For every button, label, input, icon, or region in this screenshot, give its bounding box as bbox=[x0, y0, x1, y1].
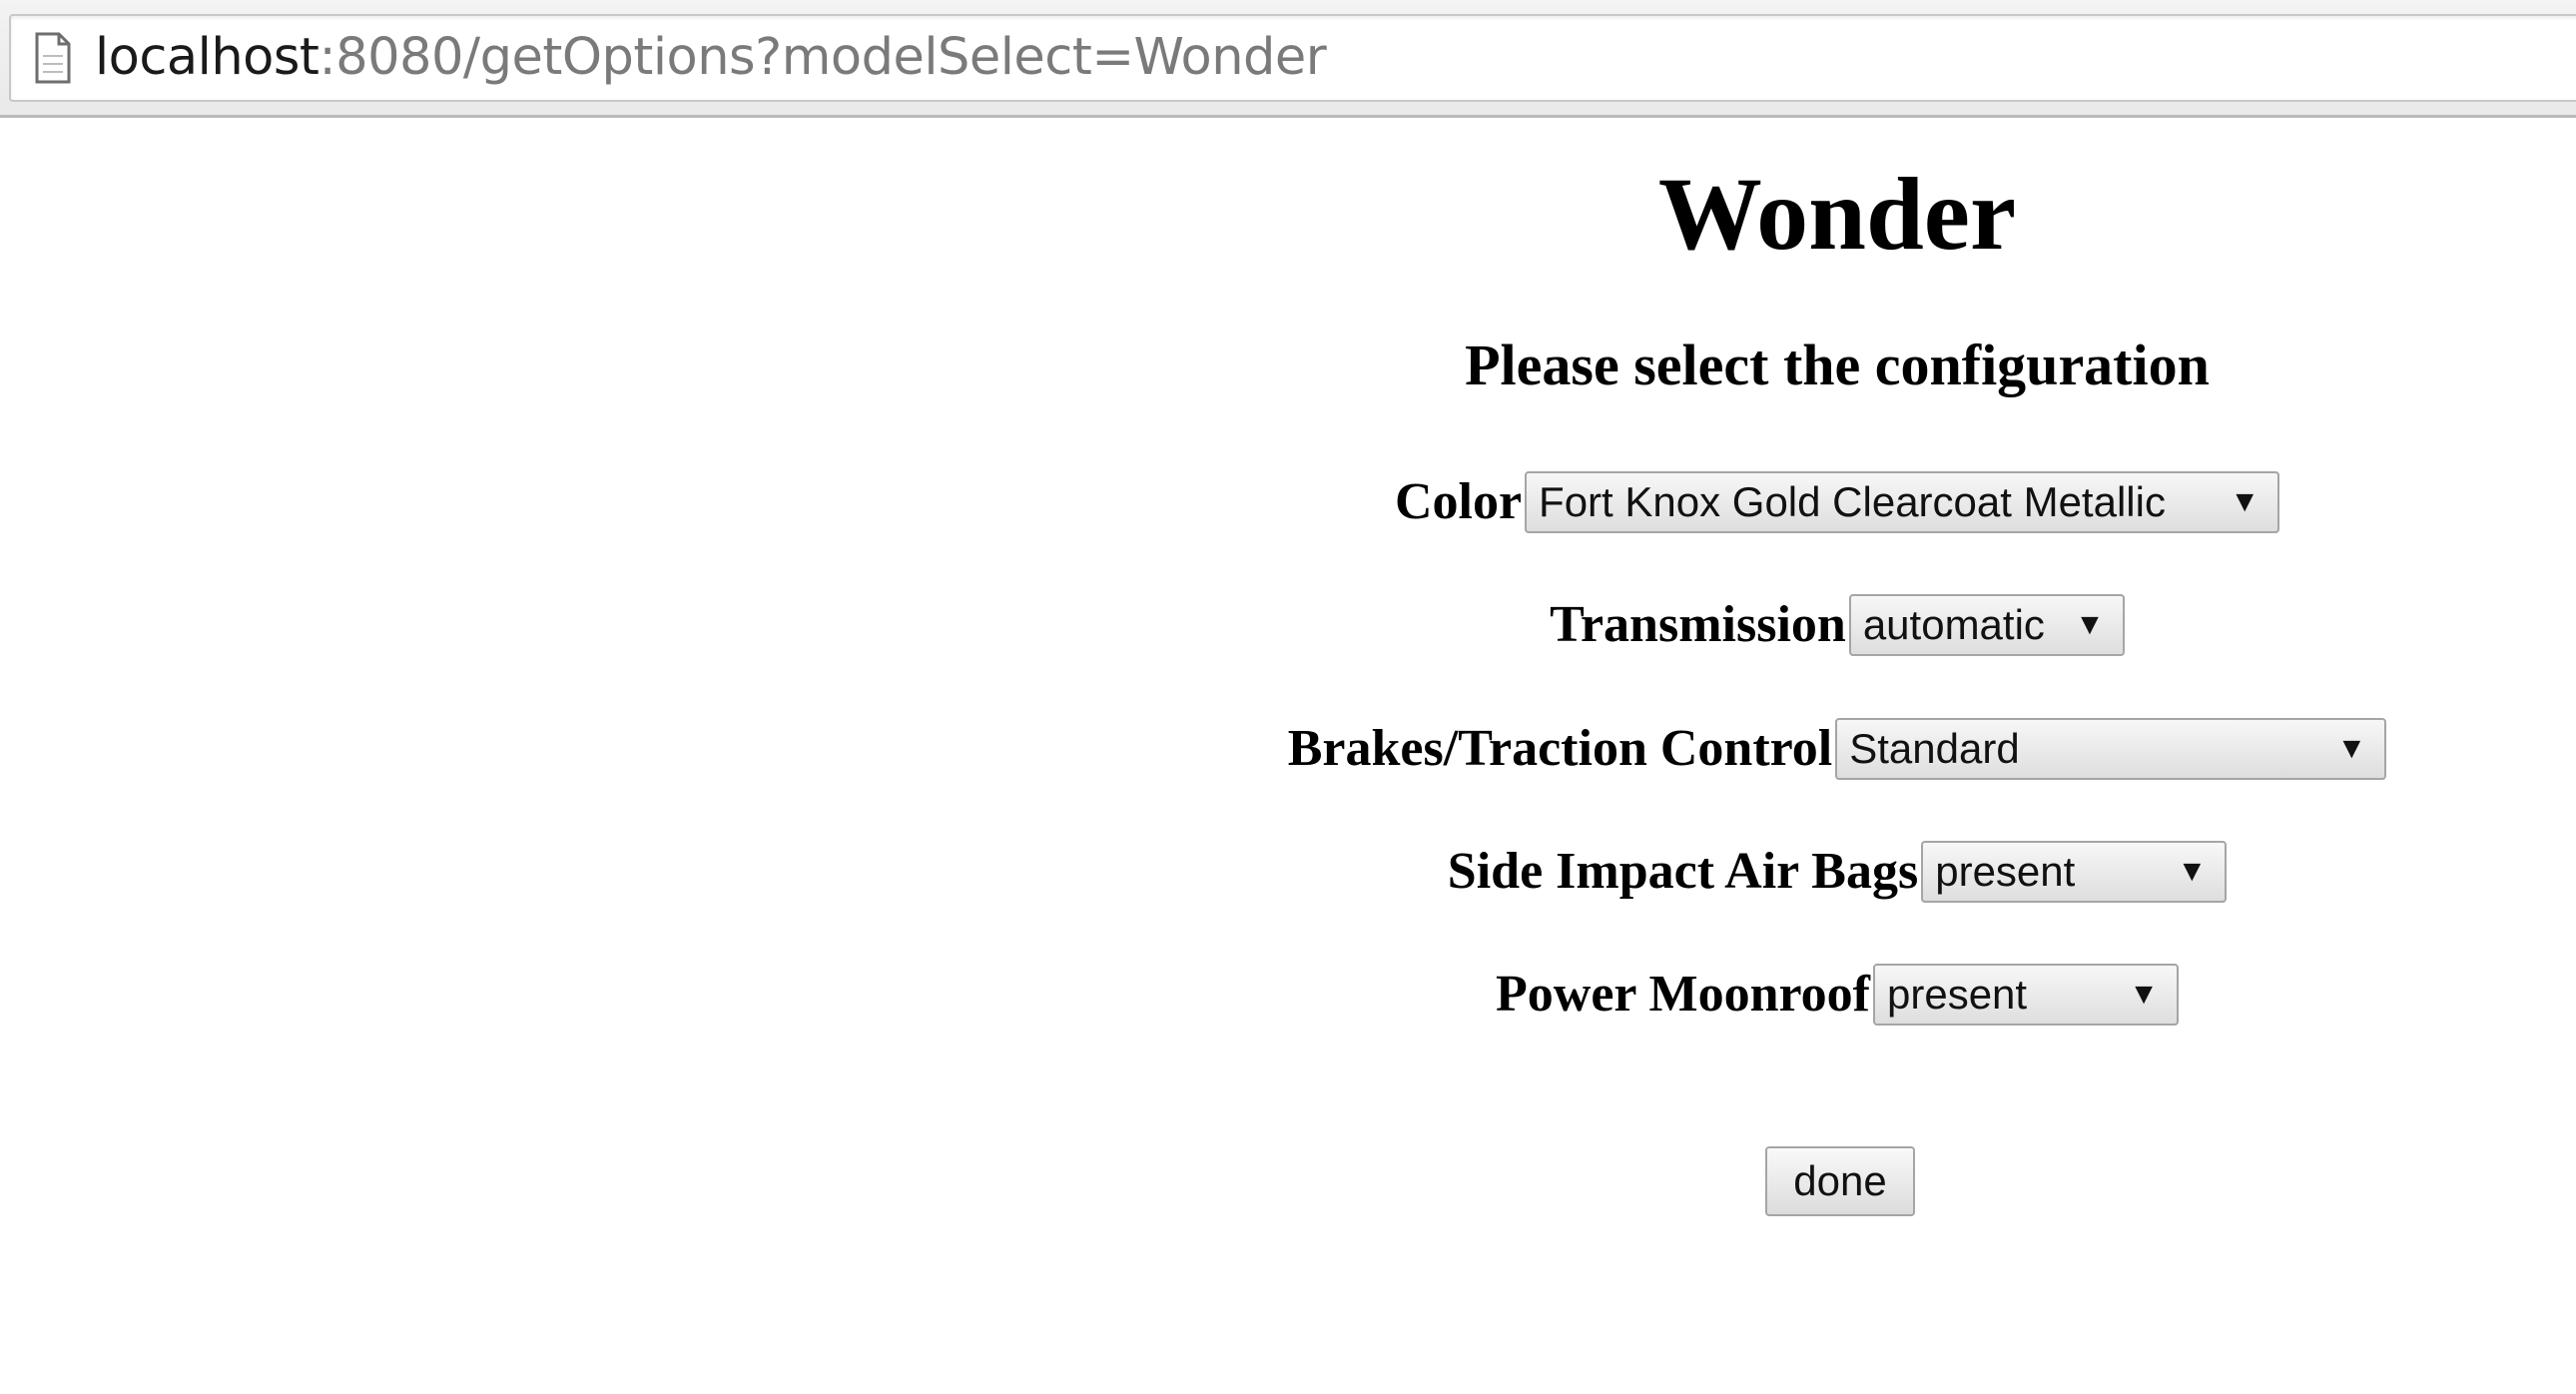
option-row-moonroof: Power Moonroof present ▼ bbox=[1088, 964, 2576, 1026]
chevron-down-icon: ▼ bbox=[2129, 978, 2159, 1011]
url-field[interactable]: localhost:8080/getOptions?modelSelect=Wo… bbox=[9, 14, 2576, 102]
airbags-select-value: present bbox=[1935, 848, 2076, 895]
page-title: Wonder bbox=[1657, 157, 2017, 272]
color-select-value: Fort Knox Gold Clearcoat Metallic bbox=[1539, 478, 2166, 525]
url-text: localhost:8080/getOptions?modelSelect=Wo… bbox=[95, 28, 1327, 88]
option-label-moonroof: Power Moonroof bbox=[1496, 966, 1870, 1023]
moonroof-select-value: present bbox=[1887, 971, 2028, 1018]
url-path: :8080/getOptions?modelSelect=Wonder bbox=[319, 28, 1327, 87]
option-label-transmission: Transmission bbox=[1550, 596, 1846, 653]
done-button[interactable]: done bbox=[1765, 1146, 1915, 1216]
option-label-airbags: Side Impact Air Bags bbox=[1447, 843, 1919, 900]
brakes-select[interactable]: Standard ▼ bbox=[1835, 718, 2387, 780]
chevron-down-icon: ▼ bbox=[2075, 608, 2105, 641]
option-row-airbags: Side Impact Air Bags present ▼ bbox=[1088, 841, 2576, 903]
url-host: localhost bbox=[95, 28, 320, 87]
page-subtitle: Please select the configuration bbox=[1465, 333, 2210, 397]
option-label-brakes: Brakes/Traction Control bbox=[1287, 720, 1833, 777]
chevron-down-icon: ▼ bbox=[2177, 855, 2208, 888]
address-bar: localhost:8080/getOptions?modelSelect=Wo… bbox=[0, 0, 2576, 118]
chevron-down-icon: ▼ bbox=[2336, 732, 2367, 765]
page-icon bbox=[35, 32, 71, 84]
option-row-transmission: Transmission automatic ▼ bbox=[1088, 594, 2576, 656]
color-select[interactable]: Fort Knox Gold Clearcoat Metallic ▼ bbox=[1525, 471, 2280, 533]
transmission-select-value: automatic bbox=[1862, 601, 2045, 648]
transmission-select[interactable]: automatic ▼ bbox=[1848, 594, 2125, 656]
page-content: Wonder Please select the configuration C… bbox=[0, 121, 2576, 1394]
brakes-select-value: Standard bbox=[1849, 725, 2020, 772]
moonroof-select[interactable]: present ▼ bbox=[1873, 964, 2179, 1026]
chevron-down-icon: ▼ bbox=[2230, 485, 2260, 518]
airbags-select[interactable]: present ▼ bbox=[1921, 841, 2228, 903]
option-row-brakes: Brakes/Traction Control Standard ▼ bbox=[1088, 718, 2576, 780]
option-row-color: Color Fort Knox Gold Clearcoat Metallic … bbox=[1088, 471, 2576, 533]
option-label-color: Color bbox=[1394, 473, 1523, 530]
